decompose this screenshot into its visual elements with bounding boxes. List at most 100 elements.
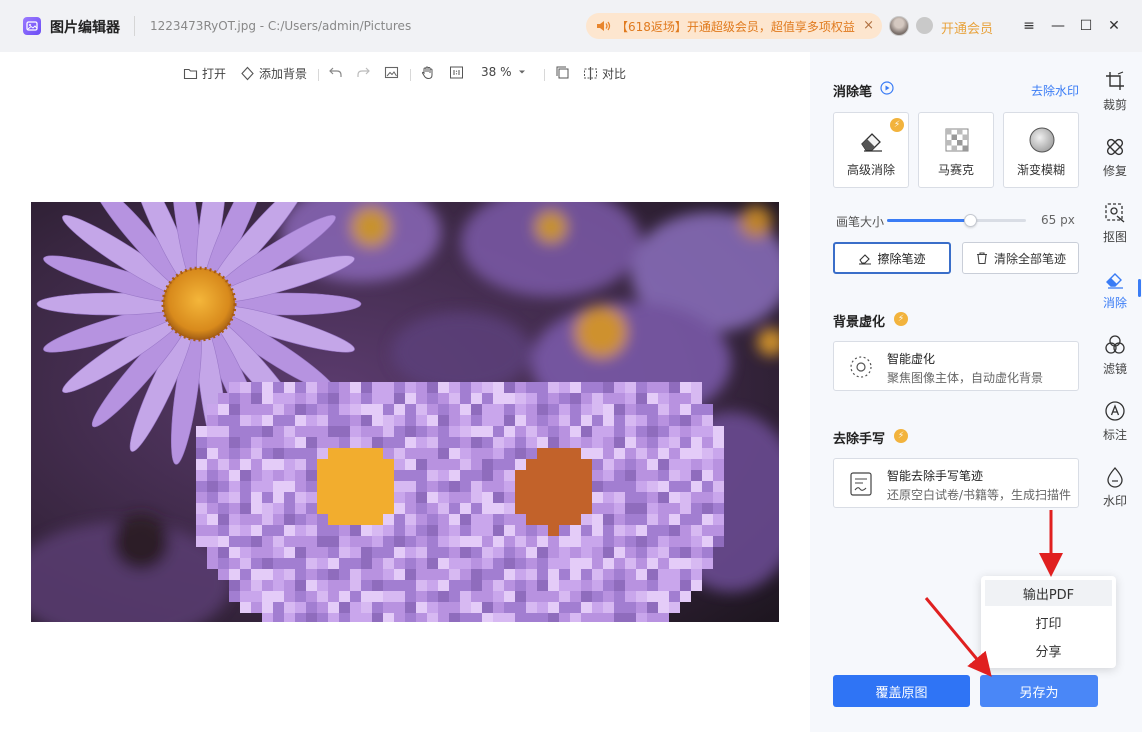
actual-size-button[interactable] — [449, 65, 468, 80]
app-logo-icon — [23, 17, 41, 35]
open-vip-link[interactable]: 开通会员 — [941, 18, 993, 37]
sidebar-item-watermark[interactable]: 水印 — [1098, 466, 1132, 522]
undo-button[interactable] — [328, 65, 347, 80]
eraser-icon — [861, 133, 882, 152]
clear-all-strokes-label: 清除全部笔迹 — [993, 251, 1066, 266]
active-tab-indicator — [1138, 279, 1141, 297]
smart-handwriting-title: 智能去除手写笔迹 — [887, 469, 984, 483]
filter-icon — [1105, 335, 1125, 354]
undo-icon — [329, 67, 342, 77]
watermark-icon — [1107, 467, 1123, 488]
toolbar-divider — [318, 69, 319, 81]
brush-size-slider[interactable] — [887, 214, 1026, 227]
smart-handwriting-card[interactable]: 智能去除手写笔迹 还原空白试卷/书籍等，生成扫描件 — [833, 458, 1079, 508]
compare-label: 对比 — [602, 67, 627, 81]
gradient-blur-tool[interactable]: 渐变模糊 — [1003, 112, 1079, 188]
zoom-select[interactable]: 38 % — [481, 65, 530, 79]
blur-circle-icon — [1029, 127, 1055, 153]
cutout-icon — [1105, 203, 1125, 223]
image-view-button[interactable] — [384, 65, 403, 80]
sidebar-item-label: 裁剪 — [1102, 98, 1127, 112]
mosaic-tool[interactable]: 马赛克 — [918, 112, 994, 188]
user-avatar[interactable] — [889, 16, 909, 36]
sidebar-item-annotate[interactable]: 标注 — [1098, 400, 1132, 456]
trash-icon — [976, 252, 987, 265]
chevron-down-icon — [518, 70, 525, 74]
compare-button[interactable]: 对比 — [583, 65, 626, 82]
zoom-value: 38 % — [481, 65, 512, 79]
open-label: 打开 — [202, 67, 227, 81]
compare-icon — [584, 67, 597, 80]
save-as-dropdown-menu: 输出PDF 打印 分享 — [981, 576, 1116, 668]
promo-close-icon[interactable]: × — [863, 18, 874, 33]
remove-watermark-link[interactable]: 去除水印 — [1031, 82, 1079, 99]
pan-hand-button[interactable] — [420, 65, 439, 80]
menu-item-export-pdf[interactable]: 输出PDF — [985, 580, 1112, 606]
menu-item-share[interactable]: 分享 — [985, 637, 1112, 663]
sidebar-item-label: 修复 — [1102, 164, 1127, 178]
sidebar-item-label: 水印 — [1102, 494, 1127, 508]
smart-blur-desc: 聚焦图像主体，自动虚化背景 — [887, 371, 1044, 385]
save-as-button[interactable]: 另存为 — [980, 675, 1098, 707]
sidebar-item-label: 滤镜 — [1102, 362, 1127, 376]
maximize-button[interactable]: ☐ — [1076, 16, 1096, 36]
one-to-one-icon — [450, 66, 463, 79]
title-bar: 图片编辑器 1223473RyOT.jpg - C:/Users/admin/P… — [0, 0, 1142, 52]
bandage-icon — [1106, 138, 1124, 156]
sidebar-item-erase[interactable]: 消除 — [1098, 268, 1132, 324]
hand-icon — [421, 66, 433, 80]
overwrite-original-button[interactable]: 覆盖原图 — [833, 675, 970, 707]
redo-button[interactable] — [356, 65, 375, 80]
promo-banner[interactable]: 【618返场】开通超级会员，超值享多项权益 × — [586, 13, 882, 39]
menu-icon[interactable]: ≡ — [1019, 16, 1039, 36]
erase-stroke-icon — [859, 254, 872, 265]
image-icon — [384, 66, 399, 79]
brush-size-label: 画笔大小 — [836, 215, 885, 229]
mosaic-icon — [945, 128, 969, 152]
flower-photo-image — [31, 202, 779, 622]
erase-strokes-label: 擦除笔迹 — [877, 251, 926, 266]
minimize-button[interactable]: — — [1048, 16, 1068, 36]
title-divider — [134, 16, 135, 36]
redo-icon — [357, 67, 370, 77]
smart-blur-card[interactable]: 智能虚化 聚焦图像主体，自动虚化背景 — [833, 341, 1079, 391]
edited-photo[interactable] — [31, 202, 779, 622]
slider-handle[interactable] — [964, 214, 978, 227]
smart-blur-title: 智能虚化 — [887, 352, 936, 366]
erase-strokes-button[interactable]: 擦除笔迹 — [833, 242, 951, 274]
sidebar-item-repair[interactable]: 修复 — [1098, 136, 1132, 192]
slider-fill — [887, 219, 971, 222]
premium-lightning-icon: ⚡ — [894, 312, 908, 326]
clear-all-strokes-button[interactable]: 清除全部笔迹 — [962, 242, 1079, 274]
promo-text: 【618返场】开通超级会员，超值享多项权益 — [616, 19, 855, 34]
add-background-label: 添加背景 — [259, 67, 308, 81]
folder-icon — [183, 68, 198, 80]
fit-window-button[interactable] — [555, 65, 574, 80]
remove-handwriting-section-title: 去除手写 — [833, 432, 886, 447]
focus-blur-icon — [850, 356, 872, 378]
sidebar-item-label: 消除 — [1102, 296, 1127, 310]
open-button[interactable]: 打开 — [183, 65, 226, 82]
advanced-erase-tool[interactable]: 高级消除 ⚡ — [833, 112, 909, 188]
sidebar-item-label: 抠图 — [1102, 230, 1127, 244]
sidebar-item-label: 标注 — [1102, 428, 1127, 442]
close-button[interactable]: ✕ — [1104, 16, 1124, 36]
toolbar-divider — [410, 69, 411, 81]
play-tutorial-icon[interactable] — [880, 81, 894, 95]
speaker-icon — [597, 21, 611, 31]
mosaic-label: 马赛克 — [937, 163, 974, 177]
eraser-section-title: 消除笔 — [833, 85, 873, 100]
sidebar-item-cutout[interactable]: 抠图 — [1098, 202, 1132, 258]
diamond-icon — [241, 66, 254, 81]
editor-toolbar: 打开 添加背景 38 % 对比 — [0, 52, 810, 94]
crop-icon — [1106, 71, 1124, 90]
premium-lightning-icon: ⚡ — [894, 429, 908, 443]
eraser-icon — [1106, 273, 1123, 289]
app-name: 图片编辑器 — [50, 20, 120, 36]
copy-frame-icon — [556, 66, 569, 79]
menu-item-print[interactable]: 打印 — [985, 609, 1112, 635]
add-background-button[interactable]: 添加背景 — [240, 65, 307, 82]
advanced-erase-label: 高级消除 — [846, 163, 895, 177]
sidebar-item-filter[interactable]: 滤镜 — [1098, 334, 1132, 390]
sidebar-item-crop[interactable]: 裁剪 — [1098, 70, 1132, 126]
